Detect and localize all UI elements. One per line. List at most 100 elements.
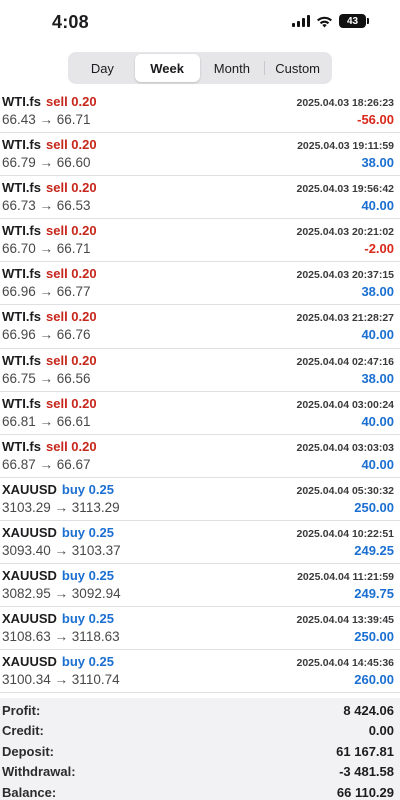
trade-row[interactable]: WTI.fs sell 0.20 2025.04.03 21:28:27 66.96 … [0, 305, 400, 349]
trade-profit: 249.75 [354, 586, 394, 602]
trade-prices: 66.79 → 66.60 [2, 155, 91, 171]
trade-row[interactable]: WTI.fs sell 0.20 2025.04.03 19:11:59 66.79 … [0, 133, 400, 177]
trade-symbol: WTI.fs [2, 266, 41, 282]
trade-profit: 40.00 [361, 327, 394, 343]
trade-instrument: WTI.fs sell 0.20 [2, 136, 97, 154]
trade-row-details: 3100.34 → 3110.74 260.00 [2, 672, 394, 692]
trade-prices: 3082.95 → 3092.94 [2, 586, 121, 602]
trade-side-volume: sell 0.20 [46, 180, 97, 196]
trade-datetime: 2025.04.03 21:28:27 [296, 312, 395, 325]
trade-datetime: 2025.04.04 03:03:03 [296, 441, 395, 454]
account-summary: Profit: 8 424.06 Credit: 0.00 Deposit: 61 167… [0, 698, 400, 800]
summary-row: Deposit: 61 167.81 [2, 741, 394, 762]
trade-prices: 3108.63 → 3118.63 [2, 629, 120, 645]
trade-row-details: 3093.40 → 3103.37 249.25 [2, 543, 394, 563]
trade-row-header: XAUUSD buy 0.25 2025.04.04 14:45:36 [2, 653, 394, 672]
trade-row-header: WTI.fs sell 0.20 2025.04.03 19:56:42 [2, 179, 394, 198]
tab-custom[interactable]: Custom [265, 54, 330, 82]
trade-row[interactable]: XAUUSD buy 0.25 2025.04.04 11:21:59 3082.95… [0, 564, 400, 608]
trade-row[interactable]: WTI.fs sell 0.20 2025.04.03 20:37:15 66.96 … [0, 262, 400, 306]
trade-row-details: 66.79 → 66.60 38.00 [2, 155, 394, 175]
summary-label: Withdrawal: [2, 764, 76, 780]
trade-side-volume: sell 0.20 [46, 223, 97, 239]
summary-label: Deposit: [2, 743, 54, 759]
trade-row[interactable]: XAUUSD buy 0.25 2025.04.04 13:39:45 3108.63… [0, 607, 400, 651]
trade-instrument: XAUUSD buy 0.25 [2, 653, 114, 671]
trade-instrument: WTI.fs sell 0.20 [2, 179, 97, 197]
trade-datetime: 2025.04.04 11:21:59 [297, 571, 394, 584]
summary-label: Credit: [2, 723, 44, 739]
trade-row-details: 66.75 → 66.56 38.00 [2, 371, 394, 391]
trade-profit: 40.00 [361, 456, 394, 472]
trade-row-header: WTI.fs sell 0.20 2025.04.03 20:37:15 [2, 265, 394, 284]
trade-prices: 66.87 → 66.67 [2, 456, 91, 472]
trade-profit: 40.00 [361, 198, 394, 214]
trade-symbol: WTI.fs [2, 137, 41, 153]
trade-side-volume: buy 0.25 [61, 524, 114, 540]
trade-row[interactable]: XAUUSD buy 0.25 2025.04.04 10:22:51 3093.40… [0, 521, 400, 565]
trade-side-volume: buy 0.25 [61, 611, 114, 627]
trade-profit: 38.00 [361, 155, 394, 171]
trade-datetime: 2025.04.04 03:00:24 [296, 398, 395, 411]
trade-instrument: WTI.fs sell 0.20 [2, 265, 97, 283]
trade-row-details: 66.87 → 66.67 40.00 [2, 457, 394, 477]
trade-side-volume: sell 0.20 [46, 438, 97, 454]
trade-row[interactable]: WTI.fs sell 0.20 2025.04.04 02:47:16 66.75 … [0, 349, 400, 392]
wifi-icon [317, 16, 332, 27]
signal-icon [292, 15, 310, 27]
trade-datetime: 2025.04.03 20:37:15 [296, 269, 395, 282]
trade-row[interactable]: WTI.fs sell 0.20 2025.04.03 18:26:23 66.43 … [0, 90, 400, 134]
trade-prices: 66.96 → 66.77 [2, 284, 91, 300]
trade-row[interactable]: WTI.fs sell 0.20 2025.04.04 03:03:03 66.87 … [0, 435, 400, 478]
trade-row[interactable]: XAUUSD buy 0.25 2025.04.04 14:45:36 3100.34… [0, 650, 400, 694]
trade-row-header: XAUUSD buy 0.25 2025.04.04 13:39:45 [2, 610, 394, 629]
tab-month[interactable]: Month [200, 54, 265, 82]
trade-row[interactable]: WTI.fs sell 0.20 2025.04.03 20:21:02 66.70 … [0, 219, 400, 263]
trade-profit: 38.00 [361, 370, 394, 386]
trade-side-volume: buy 0.25 [61, 481, 114, 497]
trade-datetime: 2025.04.04 10:22:51 [296, 527, 395, 540]
trade-row-header: WTI.fs sell 0.20 2025.04.03 20:21:02 [2, 222, 394, 241]
trade-prices: 66.75 → 66.56 [2, 370, 91, 386]
trade-row-header: XAUUSD buy 0.25 2025.04.04 11:21:59 [2, 567, 394, 586]
summary-value: -3 481.58 [339, 764, 394, 780]
trade-row-header: WTI.fs sell 0.20 2025.04.04 03:03:03 [2, 438, 394, 457]
trade-profit: 249.25 [354, 542, 394, 558]
trade-row[interactable]: WTI.fs sell 0.20 2025.04.03 19:56:42 66.73 … [0, 176, 400, 220]
trade-side-volume: buy 0.25 [61, 568, 114, 584]
trade-prices: 66.70 → 66.71 [2, 241, 91, 257]
trade-profit: 250.00 [354, 629, 394, 645]
trade-row[interactable]: XAUUSD buy 0.25 2025.04.04 05:30:32 3103.29… [0, 478, 400, 521]
trade-row-header: WTI.fs sell 0.20 2025.04.03 21:28:27 [2, 308, 394, 327]
trade-symbol: XAUUSD [2, 611, 57, 627]
trade-profit: 40.00 [361, 413, 394, 429]
summary-value: 66 110.29 [336, 784, 394, 800]
trade-row-details: 3082.95 → 3092.94 249.75 [2, 586, 394, 606]
trade-instrument: XAUUSD buy 0.25 [2, 524, 114, 542]
trade-symbol: WTI.fs [2, 180, 41, 196]
trade-symbol: XAUUSD [2, 654, 57, 670]
trade-history-list: WTI.fs sell 0.20 2025.04.03 18:26:23 66.43 … [0, 90, 400, 694]
trade-profit: -56.00 [357, 112, 394, 127]
tab-day[interactable]: Day [70, 54, 135, 82]
tab-week[interactable]: Week [134, 54, 200, 82]
summary-row: Withdrawal: -3 481.58 [2, 762, 394, 783]
trade-side-volume: sell 0.20 [46, 395, 97, 411]
summary-row: Credit: 0.00 [2, 721, 394, 742]
trade-instrument: WTI.fs sell 0.20 [2, 308, 97, 326]
trade-datetime: 2025.04.03 19:56:42 [296, 183, 395, 196]
trade-datetime: 2025.04.04 02:47:16 [296, 355, 395, 368]
trade-datetime: 2025.04.04 05:30:32 [296, 484, 395, 497]
trade-instrument: XAUUSD buy 0.25 [2, 567, 114, 585]
trade-side-volume: sell 0.20 [46, 352, 97, 368]
trade-side-volume: sell 0.20 [46, 94, 97, 109]
trade-instrument: WTI.fs sell 0.20 [2, 395, 97, 413]
trade-row[interactable]: WTI.fs sell 0.20 2025.04.04 03:00:24 66.81 … [0, 392, 400, 435]
trade-prices: 3103.29 → 3113.29 [2, 499, 120, 515]
trade-datetime: 2025.04.03 18:26:23 [296, 97, 395, 109]
trade-row-details: 3103.29 → 3113.29 250.00 [2, 500, 394, 520]
trade-symbol: WTI.fs [2, 395, 41, 411]
trade-profit: -2.00 [364, 241, 394, 257]
summary-label: Balance: [2, 784, 57, 800]
trade-symbol: XAUUSD [2, 524, 57, 540]
